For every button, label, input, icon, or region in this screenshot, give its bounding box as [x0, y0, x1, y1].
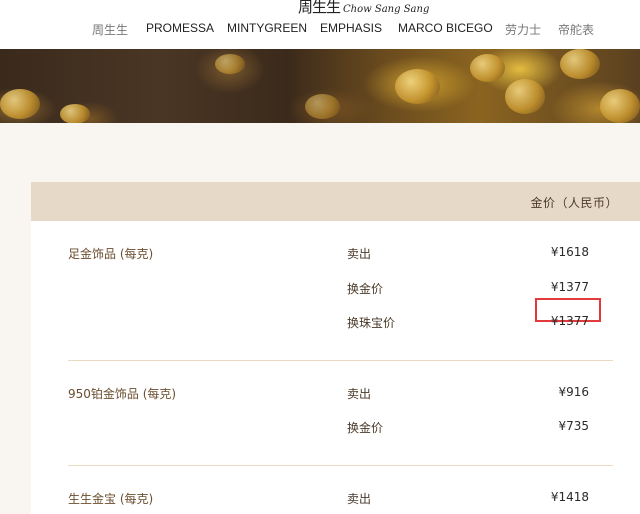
- logo-chinese: 周生生: [298, 0, 341, 16]
- price-value-trade-in-gold: ¥735: [558, 419, 589, 433]
- product-type-platinum-950: 950铂金饰品 (每克): [68, 387, 177, 401]
- product-type-pure-gold: 足金饰品 (每克): [68, 247, 154, 261]
- price-label-sell: 卖出: [347, 492, 372, 506]
- nav-item-tudor[interactable]: 帝舵表: [558, 21, 594, 38]
- price-value-sell: ¥1618: [550, 245, 589, 259]
- brand-logo[interactable]: 周生生 Chow Sang Sang: [298, 0, 429, 18]
- hero-banner-gold-image: [0, 49, 640, 123]
- row-divider: [68, 465, 613, 466]
- price-value-trade-in-jewelry: ¥1377: [550, 314, 589, 328]
- gold-price-table: 金价（人民币） 足金饰品 (每克) 卖出 ¥1618 换金价 ¥1377 换珠宝…: [31, 182, 640, 514]
- price-label-trade-in-gold: 换金价: [347, 282, 384, 296]
- price-label-trade-in-jewelry: 换珠宝价: [347, 316, 396, 330]
- row-divider: [68, 360, 613, 361]
- nav-item-emphasis[interactable]: EMPHASIS: [320, 21, 382, 35]
- price-value-trade-in-gold: ¥1377: [550, 280, 589, 294]
- price-value-sell: ¥916: [558, 385, 589, 399]
- gold-price-section: 金价（人民币） 足金饰品 (每克) 卖出 ¥1618 换金价 ¥1377 换珠宝…: [0, 123, 640, 514]
- nav-item-marco-bicego[interactable]: MARCO BICEGO: [398, 21, 493, 35]
- price-label-sell: 卖出: [347, 247, 372, 261]
- price-label-sell: 卖出: [347, 387, 372, 401]
- product-type-gold-bullion: 生生金宝 (每克): [68, 492, 154, 506]
- table-header: 金价（人民币）: [31, 182, 640, 221]
- nav-item-rolex[interactable]: 劳力士: [505, 21, 541, 38]
- nav-item-mintygreen[interactable]: MINTYGREEN: [227, 21, 307, 35]
- logo-english: Chow Sang Sang: [343, 4, 430, 15]
- main-nav: 周生生 PROMESSA MINTYGREEN EMPHASIS MARCO B…: [0, 21, 640, 43]
- price-label-trade-in-gold: 换金价: [347, 421, 384, 435]
- site-header: 周生生 Chow Sang Sang 周生生 PROMESSA MINTYGRE…: [0, 0, 640, 49]
- nav-item-chow-sang-sang[interactable]: 周生生: [92, 21, 128, 38]
- nav-item-promessa[interactable]: PROMESSA: [146, 21, 214, 35]
- price-currency-header: 金价（人民币）: [530, 196, 618, 210]
- price-value-sell: ¥1418: [550, 490, 589, 504]
